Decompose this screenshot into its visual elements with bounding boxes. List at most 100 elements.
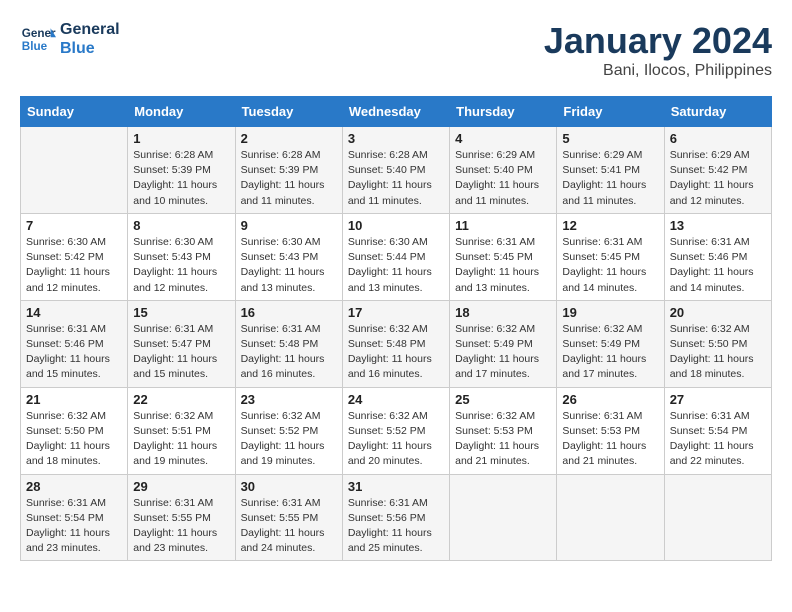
cell-info: Sunrise: 6:30 AM Sunset: 5:42 PM Dayligh… xyxy=(26,235,122,296)
cell-info: Sunrise: 6:31 AM Sunset: 5:45 PM Dayligh… xyxy=(562,235,658,296)
calendar-cell: 21Sunrise: 6:32 AM Sunset: 5:50 PM Dayli… xyxy=(21,387,128,474)
calendar-cell xyxy=(450,474,557,561)
cell-info: Sunrise: 6:28 AM Sunset: 5:39 PM Dayligh… xyxy=(241,148,337,209)
header-saturday: Saturday xyxy=(664,97,771,127)
header-friday: Friday xyxy=(557,97,664,127)
calendar-cell: 18Sunrise: 6:32 AM Sunset: 5:49 PM Dayli… xyxy=(450,300,557,387)
calendar-cell: 24Sunrise: 6:32 AM Sunset: 5:52 PM Dayli… xyxy=(342,387,449,474)
cell-info: Sunrise: 6:29 AM Sunset: 5:42 PM Dayligh… xyxy=(670,148,766,209)
calendar-cell: 23 Sunrise: 6:32 AM Sunset: 5:52 PM Dayli… xyxy=(235,387,342,474)
cell-info: Sunrise: 6:31 AM Sunset: 5:55 PM Dayligh… xyxy=(241,496,337,557)
day-number: 26 xyxy=(562,392,658,407)
calendar-week-3: 21Sunrise: 6:32 AM Sunset: 5:50 PM Dayli… xyxy=(21,387,772,474)
day-number: 1 xyxy=(133,131,229,146)
calendar-cell: 8 Sunrise: 6:30 AM Sunset: 5:43 PM Daylig… xyxy=(128,213,235,300)
calendar-cell: 2 Sunrise: 6:28 AM Sunset: 5:39 PM Daylig… xyxy=(235,127,342,214)
calendar-cell: 30 Sunrise: 6:31 AM Sunset: 5:55 PM Dayli… xyxy=(235,474,342,561)
calendar-week-4: 28 Sunrise: 6:31 AM Sunset: 5:54 PM Dayli… xyxy=(21,474,772,561)
cell-info: Sunrise: 6:32 AM Sunset: 5:52 PM Dayligh… xyxy=(348,409,444,470)
cell-info: Sunrise: 6:31 AM Sunset: 5:53 PM Dayligh… xyxy=(562,409,658,470)
day-number: 17 xyxy=(348,305,444,320)
calendar-cell: 31Sunrise: 6:31 AM Sunset: 5:56 PM Dayli… xyxy=(342,474,449,561)
header-sunday: Sunday xyxy=(21,97,128,127)
calendar-cell: 7 Sunrise: 6:30 AM Sunset: 5:42 PM Daylig… xyxy=(21,213,128,300)
cell-info: Sunrise: 6:30 AM Sunset: 5:43 PM Dayligh… xyxy=(241,235,337,296)
day-number: 25 xyxy=(455,392,551,407)
cell-info: Sunrise: 6:31 AM Sunset: 5:48 PM Dayligh… xyxy=(241,322,337,383)
header-tuesday: Tuesday xyxy=(235,97,342,127)
day-number: 2 xyxy=(241,131,337,146)
calendar-cell: 17 Sunrise: 6:32 AM Sunset: 5:48 PM Dayli… xyxy=(342,300,449,387)
cell-info: Sunrise: 6:28 AM Sunset: 5:40 PM Dayligh… xyxy=(348,148,444,209)
cell-info: Sunrise: 6:29 AM Sunset: 5:40 PM Dayligh… xyxy=(455,148,551,209)
calendar-header-row: SundayMondayTuesdayWednesdayThursdayFrid… xyxy=(21,97,772,127)
cell-info: Sunrise: 6:32 AM Sunset: 5:50 PM Dayligh… xyxy=(670,322,766,383)
cell-info: Sunrise: 6:31 AM Sunset: 5:45 PM Dayligh… xyxy=(455,235,551,296)
day-number: 9 xyxy=(241,218,337,233)
cell-info: Sunrise: 6:28 AM Sunset: 5:39 PM Dayligh… xyxy=(133,148,229,209)
calendar-cell: 15 Sunrise: 6:31 AM Sunset: 5:47 PM Dayli… xyxy=(128,300,235,387)
cell-info: Sunrise: 6:32 AM Sunset: 5:52 PM Dayligh… xyxy=(241,409,337,470)
calendar-cell: 29 Sunrise: 6:31 AM Sunset: 5:55 PM Dayli… xyxy=(128,474,235,561)
day-number: 23 xyxy=(241,392,337,407)
day-number: 19 xyxy=(562,305,658,320)
calendar-cell: 12Sunrise: 6:31 AM Sunset: 5:45 PM Dayli… xyxy=(557,213,664,300)
day-number: 16 xyxy=(241,305,337,320)
cell-info: Sunrise: 6:31 AM Sunset: 5:47 PM Dayligh… xyxy=(133,322,229,383)
day-number: 15 xyxy=(133,305,229,320)
day-number: 30 xyxy=(241,479,337,494)
calendar-cell: 20 Sunrise: 6:32 AM Sunset: 5:50 PM Dayli… xyxy=(664,300,771,387)
cell-info: Sunrise: 6:32 AM Sunset: 5:49 PM Dayligh… xyxy=(562,322,658,383)
day-number: 22 xyxy=(133,392,229,407)
calendar-cell: 14 Sunrise: 6:31 AM Sunset: 5:46 PM Dayli… xyxy=(21,300,128,387)
cell-info: Sunrise: 6:31 AM Sunset: 5:46 PM Dayligh… xyxy=(26,322,122,383)
calendar-week-0: 1 Sunrise: 6:28 AM Sunset: 5:39 PM Daylig… xyxy=(21,127,772,214)
cell-info: Sunrise: 6:31 AM Sunset: 5:46 PM Dayligh… xyxy=(670,235,766,296)
cell-info: Sunrise: 6:31 AM Sunset: 5:54 PM Dayligh… xyxy=(670,409,766,470)
month-title: January 2024 xyxy=(544,20,772,62)
calendar-cell: 16 Sunrise: 6:31 AM Sunset: 5:48 PM Dayli… xyxy=(235,300,342,387)
day-number: 20 xyxy=(670,305,766,320)
cell-info: Sunrise: 6:31 AM Sunset: 5:55 PM Dayligh… xyxy=(133,496,229,557)
calendar-week-2: 14 Sunrise: 6:31 AM Sunset: 5:46 PM Dayli… xyxy=(21,300,772,387)
calendar-cell: 22 Sunrise: 6:32 AM Sunset: 5:51 PM Dayli… xyxy=(128,387,235,474)
cell-info: Sunrise: 6:31 AM Sunset: 5:54 PM Dayligh… xyxy=(26,496,122,557)
day-number: 11 xyxy=(455,218,551,233)
day-number: 10 xyxy=(348,218,444,233)
cell-info: Sunrise: 6:31 AM Sunset: 5:56 PM Dayligh… xyxy=(348,496,444,557)
calendar-cell xyxy=(664,474,771,561)
day-number: 3 xyxy=(348,131,444,146)
calendar-cell: 11 Sunrise: 6:31 AM Sunset: 5:45 PM Dayli… xyxy=(450,213,557,300)
title-area: January 2024 Bani, Ilocos, Philippines xyxy=(544,20,772,80)
calendar-cell: 26 Sunrise: 6:31 AM Sunset: 5:53 PM Dayli… xyxy=(557,387,664,474)
day-number: 8 xyxy=(133,218,229,233)
calendar-table: SundayMondayTuesdayWednesdayThursdayFrid… xyxy=(20,96,772,561)
cell-info: Sunrise: 6:32 AM Sunset: 5:51 PM Dayligh… xyxy=(133,409,229,470)
cell-info: Sunrise: 6:30 AM Sunset: 5:43 PM Dayligh… xyxy=(133,235,229,296)
cell-info: Sunrise: 6:32 AM Sunset: 5:48 PM Dayligh… xyxy=(348,322,444,383)
cell-info: Sunrise: 6:29 AM Sunset: 5:41 PM Dayligh… xyxy=(562,148,658,209)
calendar-body: 1 Sunrise: 6:28 AM Sunset: 5:39 PM Daylig… xyxy=(21,127,772,561)
calendar-cell xyxy=(21,127,128,214)
day-number: 13 xyxy=(670,218,766,233)
header-wednesday: Wednesday xyxy=(342,97,449,127)
day-number: 7 xyxy=(26,218,122,233)
header-monday: Monday xyxy=(128,97,235,127)
calendar-cell: 13 Sunrise: 6:31 AM Sunset: 5:46 PM Dayli… xyxy=(664,213,771,300)
calendar-cell: 28 Sunrise: 6:31 AM Sunset: 5:54 PM Dayli… xyxy=(21,474,128,561)
calendar-cell: 6 Sunrise: 6:29 AM Sunset: 5:42 PM Daylig… xyxy=(664,127,771,214)
day-number: 28 xyxy=(26,479,122,494)
cell-info: Sunrise: 6:30 AM Sunset: 5:44 PM Dayligh… xyxy=(348,235,444,296)
svg-text:Blue: Blue xyxy=(22,40,48,53)
calendar-cell: 27Sunrise: 6:31 AM Sunset: 5:54 PM Dayli… xyxy=(664,387,771,474)
logo-icon: General Blue xyxy=(20,21,56,57)
day-number: 14 xyxy=(26,305,122,320)
calendar-cell: 5Sunrise: 6:29 AM Sunset: 5:41 PM Daylig… xyxy=(557,127,664,214)
day-number: 6 xyxy=(670,131,766,146)
calendar-cell: 10 Sunrise: 6:30 AM Sunset: 5:44 PM Dayli… xyxy=(342,213,449,300)
calendar-cell xyxy=(557,474,664,561)
cell-info: Sunrise: 6:32 AM Sunset: 5:53 PM Dayligh… xyxy=(455,409,551,470)
day-number: 4 xyxy=(455,131,551,146)
header: General Blue General Blue January 2024 B… xyxy=(20,20,772,80)
day-number: 29 xyxy=(133,479,229,494)
